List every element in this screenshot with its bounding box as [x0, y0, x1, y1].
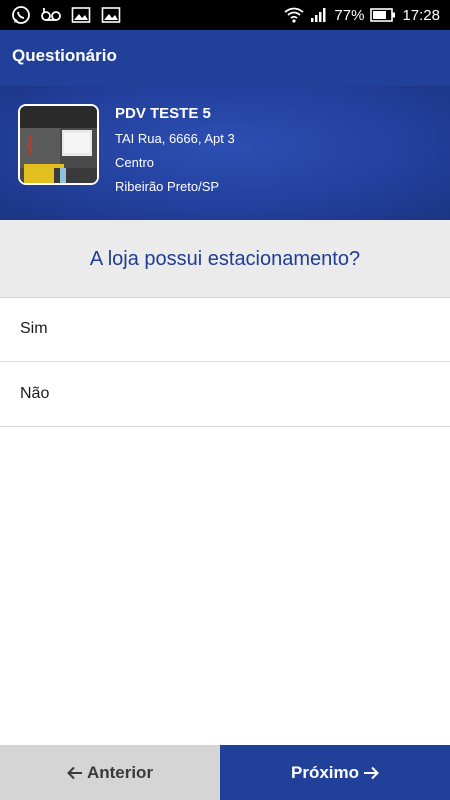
battery-icon [370, 8, 396, 22]
store-info: PDV TESTE 5 TAI Rua, 6666, Apt 3 Centro … [115, 105, 235, 195]
notification-icons [10, 4, 122, 26]
next-button-label: Próximo [290, 762, 360, 782]
whatsapp-icon [10, 4, 32, 26]
battery-percent: 77% [334, 6, 365, 24]
voicemail-icon [40, 4, 62, 26]
status-bar: 77% 17:28 [0, 0, 450, 30]
store-address: TAI Rua, 6666, Apt 3 [115, 131, 235, 146]
previous-button[interactable]: Anterior [0, 745, 220, 800]
signal-icon [310, 7, 328, 23]
store-city: Ribeirão Preto/SP [115, 179, 220, 194]
store-header: PDV TESTE 5 TAI Rua, 6666, Apt 3 Centro … [0, 86, 450, 220]
image-icon [100, 4, 122, 26]
app-bar: Questionário [0, 30, 450, 86]
wifi-icon [284, 7, 304, 23]
page-title: Questionário [12, 46, 117, 65]
clock: 17:28 [402, 6, 440, 24]
previous-button-label: Anterior [86, 762, 154, 782]
store-photo [18, 104, 99, 185]
answer-option-label: Sim [20, 320, 48, 337]
image-icon [70, 4, 92, 26]
next-button[interactable]: Próximo [220, 745, 450, 800]
question-panel: A loja possui estacionamento? [0, 220, 450, 298]
answer-option-label: Não [20, 385, 50, 402]
bottom-navigation: Anterior Próximo [0, 745, 450, 800]
system-status: 77% 17:28 [284, 0, 440, 30]
arrow-left-icon [67, 766, 83, 780]
arrow-right-icon [363, 766, 379, 780]
question-text: A loja possui estacionamento? [89, 248, 361, 270]
answer-option-sim[interactable]: Sim [0, 298, 450, 362]
answer-option-nao[interactable]: Não [0, 363, 450, 427]
store-district: Centro [115, 155, 155, 170]
store-name: PDV TESTE 5 [115, 105, 211, 122]
